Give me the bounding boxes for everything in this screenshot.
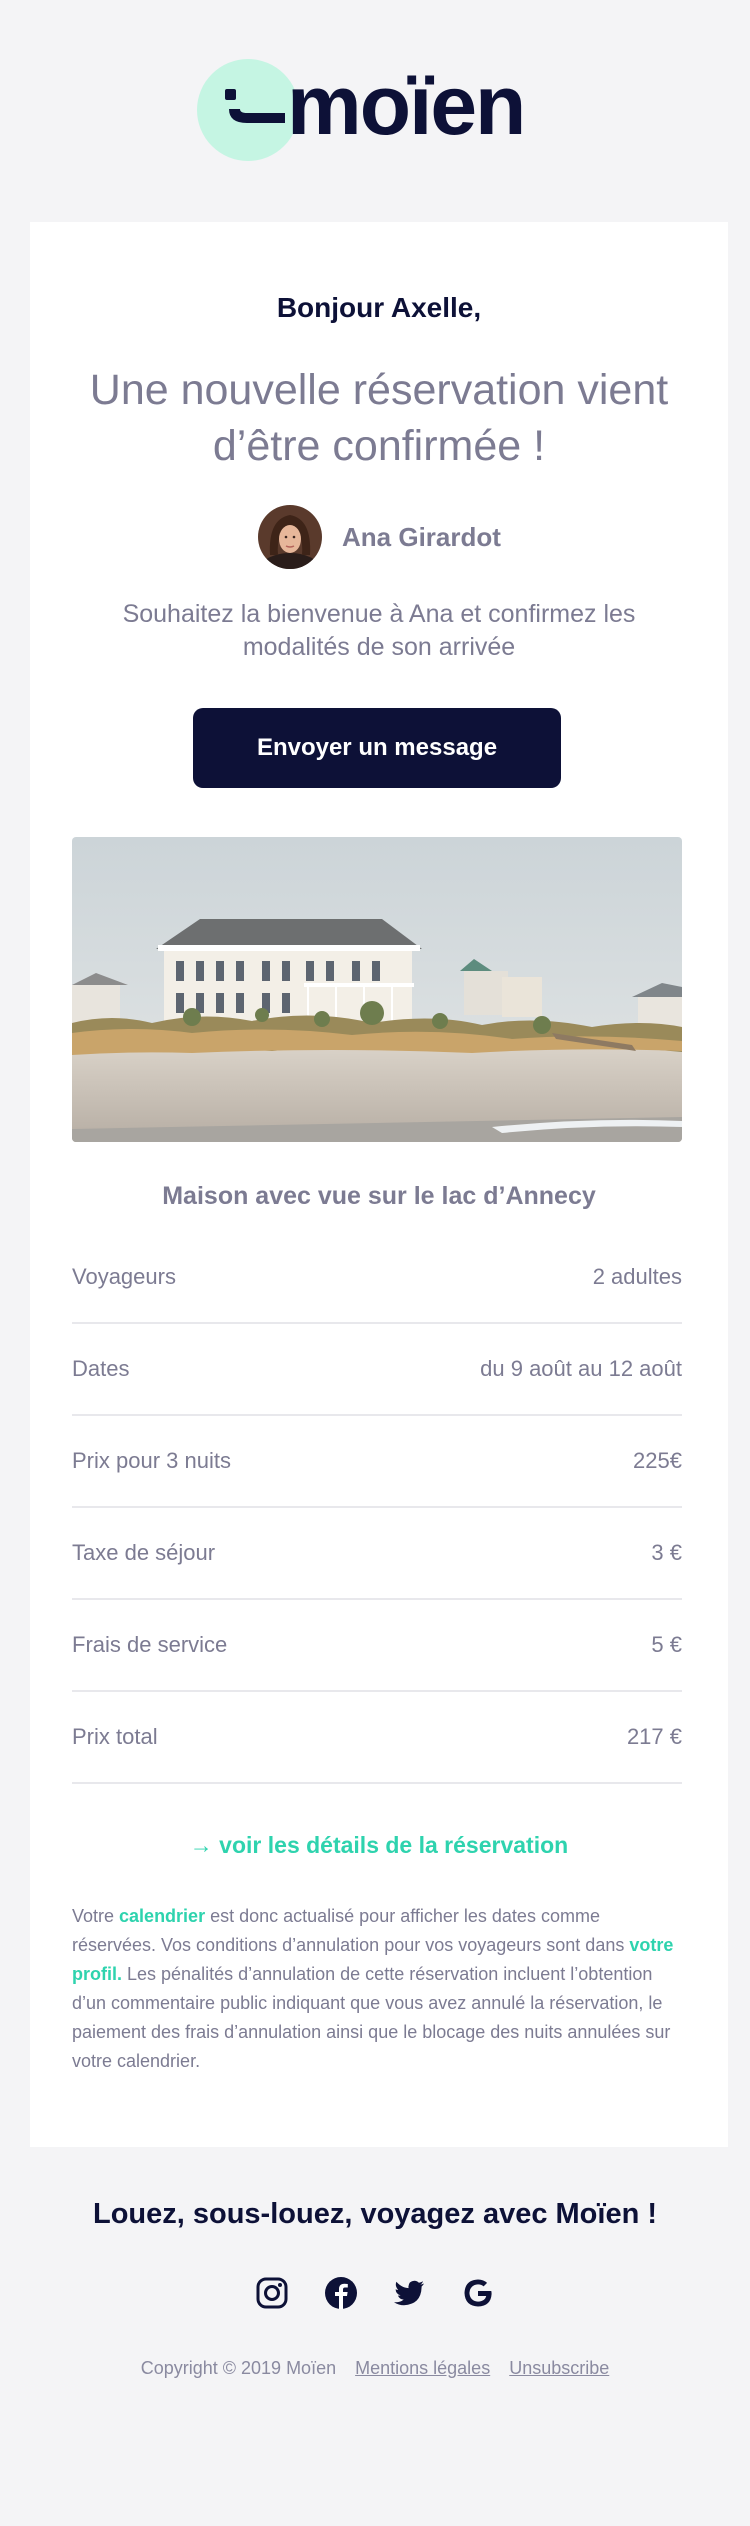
facebook-icon[interactable] <box>324 2276 358 2310</box>
footer-links: Copyright © 2019 Moïen Mentions légales … <box>0 2358 750 2379</box>
booking-details: Voyageurs 2 adultes Dates du 9 août au 1… <box>72 1232 682 1784</box>
calendar-link[interactable]: calendrier <box>119 1906 205 1926</box>
logo-wordmark: moïen <box>287 58 526 152</box>
detail-label: Prix total <box>72 1724 158 1749</box>
detail-label: Frais de service <box>72 1632 228 1657</box>
host-info: Ana Girardot <box>258 505 501 569</box>
avatar <box>258 505 322 569</box>
copyright: Copyright © 2019 Moïen <box>140 2358 337 2378</box>
detail-row-nights-price: Prix pour 3 nuits 225€ <box>72 1416 682 1508</box>
email-card: Bonjour Axelle, Une nouvelle réservation… <box>30 222 728 2147</box>
detail-label: Taxe de séjour <box>72 1540 216 1565</box>
legal-text: Votre calendrier est donc actualisé pour… <box>72 1902 682 2076</box>
social-links <box>255 2276 495 2310</box>
detail-value: 225€ <box>633 1448 682 1473</box>
host-name: Ana Girardot <box>342 521 501 552</box>
detail-row-service-fee: Frais de service 5 € <box>72 1600 682 1692</box>
detail-label: Voyageurs <box>72 1264 176 1289</box>
detail-row-guests: Voyageurs 2 adultes <box>72 1232 682 1324</box>
twitter-icon[interactable] <box>392 2276 426 2310</box>
email-header: moïen <box>0 0 750 222</box>
property-title: Maison avec vue sur le lac d’Annecy <box>162 1182 596 1210</box>
greeting: Bonjour Axelle, <box>276 292 482 323</box>
detail-value: 2 adultes <box>592 1264 682 1289</box>
detail-value: du 9 août au 12 août <box>480 1356 682 1381</box>
smile-icon <box>225 89 285 123</box>
moien-logo[interactable]: moïen <box>197 57 526 162</box>
detail-value: 217 € <box>626 1724 682 1749</box>
google-icon[interactable] <box>461 2276 495 2310</box>
headline: Une nouvelle réservation vient d’être co… <box>89 366 669 470</box>
unsubscribe-link[interactable]: Unsubscribe <box>509 2358 609 2378</box>
send-message-button[interactable]: Envoyer un message <box>193 708 561 788</box>
detail-label: Prix pour 3 nuits <box>72 1448 231 1473</box>
footer-tagline: Louez, sous-louez, voyagez avec Moïen ! <box>92 2198 657 2230</box>
detail-label: Dates <box>72 1356 130 1381</box>
welcome-subtitle: Souhaitez la bienvenue à Ana et confirme… <box>122 600 636 661</box>
detail-row-total: Prix total 217 € <box>72 1692 682 1784</box>
detail-value: 3 € <box>651 1540 682 1565</box>
reservation-details-link[interactable]: → voir les détails de la réservation <box>30 1832 728 1859</box>
legal-text-part: Votre <box>72 1906 120 1926</box>
instagram-icon[interactable] <box>255 2276 289 2310</box>
legal-text-part: Les pénalités d’annulation de cette rése… <box>72 1964 671 2071</box>
legal-mentions-link[interactable]: Mentions légales <box>355 2358 490 2378</box>
detail-row-tourist-tax: Taxe de séjour 3 € <box>72 1508 682 1600</box>
detail-value: 5 € <box>651 1632 682 1657</box>
property-photo <box>72 837 682 1142</box>
detail-row-dates: Dates du 9 août au 12 août <box>72 1324 682 1416</box>
